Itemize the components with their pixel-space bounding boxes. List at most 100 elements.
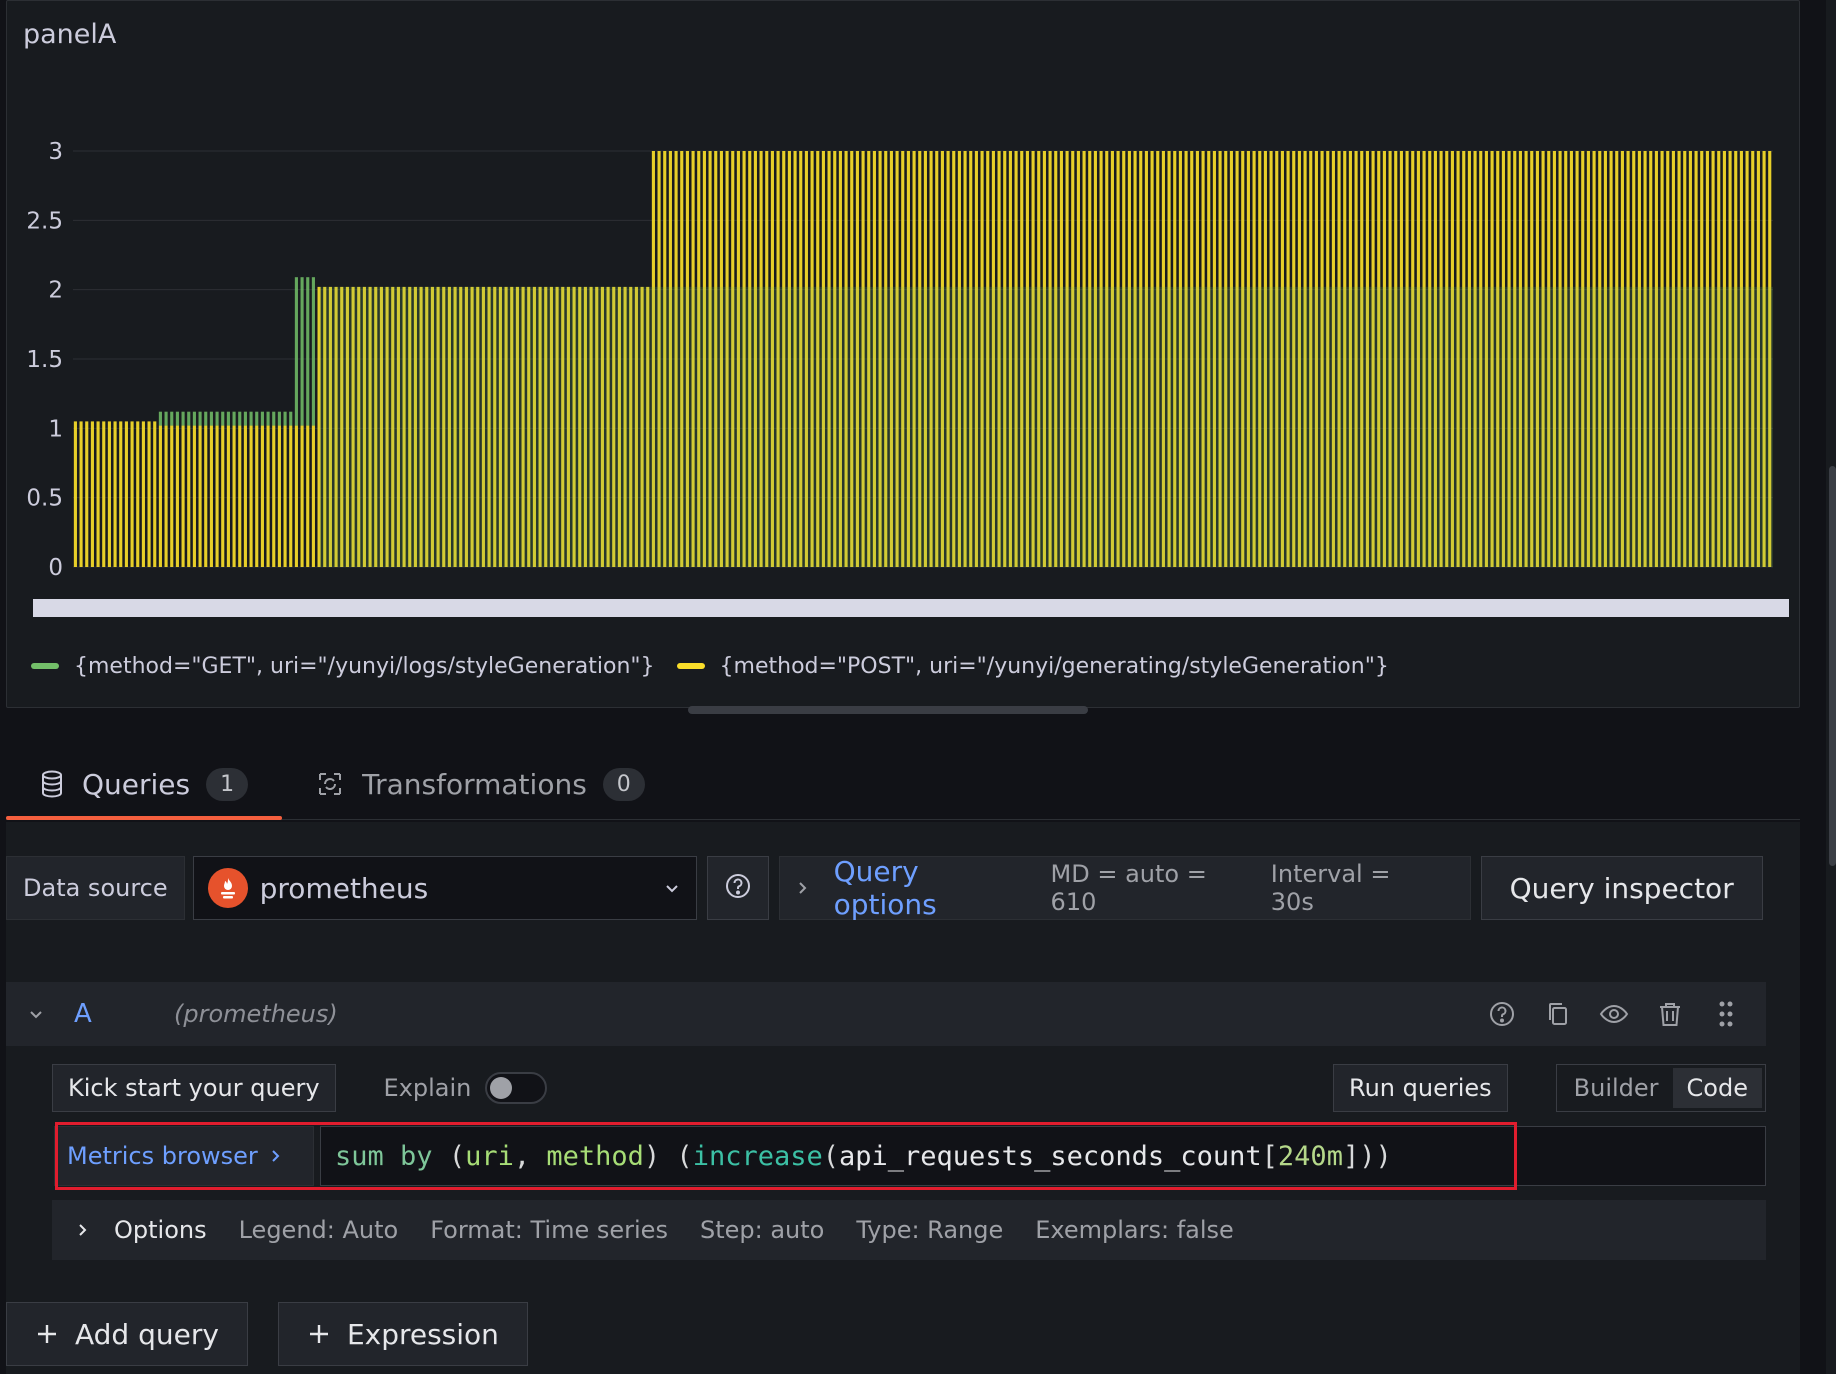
bar-get[interactable] xyxy=(289,411,293,426)
bar-post[interactable] xyxy=(141,421,145,567)
collapse-query-toggle[interactable] xyxy=(6,1004,66,1024)
bar-get[interactable] xyxy=(209,411,213,426)
bar-get[interactable] xyxy=(192,411,196,426)
bar-get[interactable] xyxy=(260,411,264,426)
bar-get[interactable] xyxy=(226,411,230,426)
duplicate-query-button[interactable] xyxy=(1530,1000,1586,1028)
bar-get[interactable] xyxy=(204,411,208,426)
bar-get[interactable] xyxy=(181,411,185,426)
bar-post[interactable] xyxy=(300,425,304,567)
bar-post[interactable] xyxy=(266,425,270,567)
bar-post[interactable] xyxy=(198,425,202,567)
metrics-browser-button[interactable]: Metrics browser xyxy=(54,1126,314,1186)
bar-get[interactable] xyxy=(277,411,281,426)
bar-post[interactable] xyxy=(283,425,287,567)
bar-post[interactable] xyxy=(187,425,191,567)
bar-post[interactable] xyxy=(238,425,242,567)
bar-post[interactable] xyxy=(260,425,264,567)
bar-post[interactable] xyxy=(164,425,168,567)
bar-post[interactable] xyxy=(226,425,230,567)
remove-query-button[interactable] xyxy=(1642,1000,1698,1028)
drag-query-handle[interactable] xyxy=(1698,999,1754,1029)
y-tick-label: 0.5 xyxy=(26,486,63,512)
bar-get[interactable] xyxy=(238,411,242,426)
bar-post[interactable] xyxy=(102,421,106,567)
bar-get[interactable] xyxy=(311,277,315,426)
mode-code-option[interactable]: Code xyxy=(1672,1068,1762,1108)
bar-post[interactable] xyxy=(311,425,315,567)
bar-post[interactable] xyxy=(249,425,253,567)
bar-post[interactable] xyxy=(277,425,281,567)
bar-post[interactable] xyxy=(243,425,247,567)
add-expression-button[interactable]: Expression xyxy=(277,1302,528,1366)
legend-item-get[interactable]: {method="GET", uri="/yunyi/logs/styleGen… xyxy=(31,654,655,679)
bar-post[interactable] xyxy=(255,425,259,567)
bar-post[interactable] xyxy=(294,425,298,567)
bar-get[interactable] xyxy=(187,411,191,426)
bar-post[interactable] xyxy=(221,425,225,567)
bar-get[interactable] xyxy=(300,277,304,426)
bar-post[interactable] xyxy=(175,425,179,567)
bar-get[interactable] xyxy=(283,411,287,426)
bar-post[interactable] xyxy=(204,425,208,567)
bar-post[interactable] xyxy=(289,425,293,567)
datasource-select[interactable]: prometheus xyxy=(192,856,697,920)
panel-resize-handle[interactable] xyxy=(688,706,1088,714)
bar-post[interactable] xyxy=(306,425,310,567)
bar-post[interactable] xyxy=(96,421,100,567)
time-series-chart[interactable]: 0 0.5 1 1.5 2 2.5 3 xyxy=(7,1,1801,641)
bar-get[interactable] xyxy=(255,411,259,426)
bar-get[interactable] xyxy=(249,411,253,426)
bar-get[interactable] xyxy=(266,411,270,426)
bar-post[interactable] xyxy=(147,421,151,567)
bar-post[interactable] xyxy=(107,421,111,567)
bar-get[interactable] xyxy=(272,411,276,426)
bar-post[interactable] xyxy=(124,421,128,567)
toggle-query-visibility-button[interactable] xyxy=(1586,1000,1642,1028)
add-query-button[interactable]: Add query xyxy=(6,1302,248,1366)
mode-builder-option[interactable]: Builder xyxy=(1560,1068,1673,1108)
bar-get[interactable] xyxy=(232,411,236,426)
bar-post[interactable] xyxy=(170,425,174,567)
bar-get[interactable] xyxy=(221,411,225,426)
bar-post[interactable] xyxy=(215,425,219,567)
query-refid[interactable]: A xyxy=(74,999,174,1029)
query-options-row[interactable]: Options Legend: Auto Format: Time series… xyxy=(52,1200,1766,1260)
bar-get[interactable] xyxy=(306,277,310,426)
bar-post[interactable] xyxy=(192,425,196,567)
bar-post[interactable] xyxy=(158,425,162,567)
bar-post[interactable] xyxy=(209,425,213,567)
bar-post[interactable] xyxy=(153,421,157,567)
promql-code-editor[interactable]: sum by (uri, method) (increase(api_reque… xyxy=(320,1126,1766,1186)
run-queries-button[interactable]: Run queries xyxy=(1332,1064,1508,1112)
bar-get[interactable] xyxy=(294,277,298,426)
bar-get[interactable] xyxy=(243,411,247,426)
scrollbar-thumb[interactable] xyxy=(1829,466,1836,866)
legend-item-post[interactable]: {method="POST", uri="/yunyi/generating/s… xyxy=(676,654,1389,679)
bar-post[interactable] xyxy=(130,421,134,567)
tab-queries[interactable]: Queries 1 xyxy=(6,752,283,820)
bar-get[interactable] xyxy=(198,411,202,426)
bar-post[interactable] xyxy=(181,425,185,567)
query-help-button[interactable] xyxy=(1474,1000,1530,1028)
query-options-toggle[interactable]: Query options MD = auto = 610 Interval =… xyxy=(778,855,1471,921)
bar-post[interactable] xyxy=(272,425,276,567)
bar-get[interactable] xyxy=(175,411,179,426)
bar-post[interactable] xyxy=(119,421,123,567)
bar-post[interactable] xyxy=(85,421,89,567)
bar-post[interactable] xyxy=(79,421,83,567)
datasource-help-button[interactable] xyxy=(706,856,769,920)
tab-transformations[interactable]: Transformations 0 xyxy=(282,752,679,816)
explain-toggle[interactable] xyxy=(485,1072,548,1104)
query-inspector-button[interactable]: Query inspector xyxy=(1480,856,1763,920)
kick-start-button[interactable]: Kick start your query xyxy=(52,1064,336,1112)
bar-post[interactable] xyxy=(90,421,94,567)
bar-get[interactable] xyxy=(170,411,174,426)
bar-post[interactable] xyxy=(113,421,117,567)
bar-get[interactable] xyxy=(164,411,168,426)
bar-post[interactable] xyxy=(232,425,236,567)
bar-get[interactable] xyxy=(158,411,162,426)
bar-get[interactable] xyxy=(215,411,219,426)
bar-post[interactable] xyxy=(73,421,77,567)
bar-post[interactable] xyxy=(136,421,140,567)
